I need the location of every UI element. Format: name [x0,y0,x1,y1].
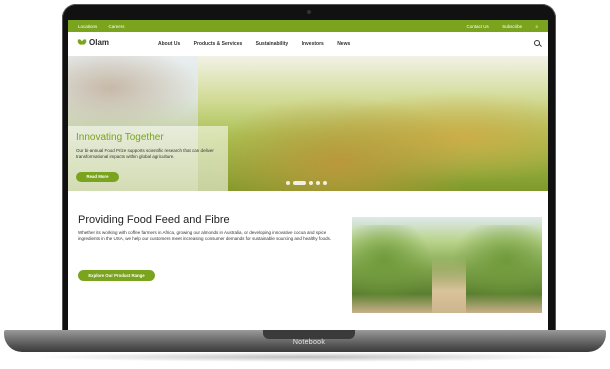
utility-link-contact[interactable]: Contact Us [467,24,489,29]
search-icon[interactable] [534,40,540,46]
site-header: Olam About Us Products & Services Sustai… [68,32,548,56]
utility-link-subscribe[interactable]: Subscribe [502,24,522,29]
nav-item-investors[interactable]: Investors [302,41,324,47]
nav-item-sustainability[interactable]: Sustainability [256,41,289,47]
camera-icon [307,10,311,14]
nav-item-products[interactable]: Products & Services [194,41,243,47]
main-nav: About Us Products & Services Sustainabil… [158,41,362,47]
section-title: Providing Food Feed and Fibre [78,214,230,226]
nav-item-news[interactable]: News [337,41,350,47]
menu-icon[interactable]: ≡ [535,24,538,29]
carousel-dot[interactable] [286,181,290,185]
carousel-dot[interactable] [309,181,313,185]
utility-link-careers[interactable]: Careers [109,24,125,29]
carousel-dots [286,181,327,185]
logo[interactable]: Olam [76,38,110,47]
leaf-icon [76,38,88,47]
laptop-notch [263,330,355,339]
carousel-dot[interactable] [316,181,320,185]
hand-image [68,56,208,136]
utility-link-locations[interactable]: Locations [78,24,97,29]
explore-products-button[interactable]: Explore Our Product Range [78,270,155,281]
read-more-button[interactable]: Read More [76,172,119,182]
orchard-image [352,217,542,313]
rice-field-image [198,56,548,191]
section-text: Whether its working with coffee farmers … [78,230,332,241]
hero-banner: Innovating Together Our bi-annual Food P… [68,56,548,191]
utility-bar: Locations Careers Contact Us Subscribe ≡ [68,20,548,32]
screen: Locations Careers Contact Us Subscribe ≡… [68,20,548,332]
logo-text: Olam [89,38,110,47]
laptop-shadow [30,352,580,362]
hero-text: Our bi-annual Food Prize supports scient… [76,148,214,159]
device-label: Notebook [292,339,326,346]
nav-item-about[interactable]: About Us [158,41,180,47]
hero-title: Innovating Together [76,132,164,143]
carousel-dot[interactable] [323,181,327,185]
carousel-dot-active[interactable] [293,181,306,185]
